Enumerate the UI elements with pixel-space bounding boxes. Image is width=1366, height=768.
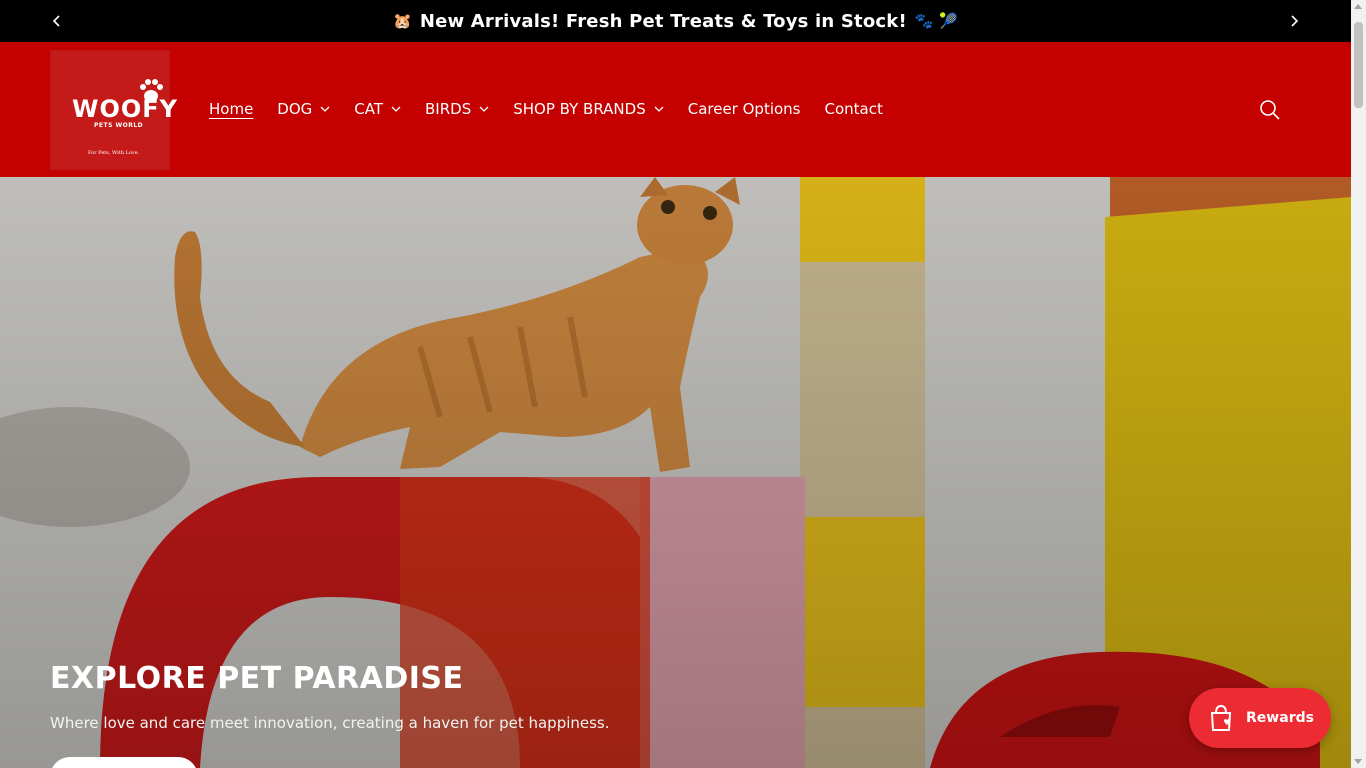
nav-item-label: CAT: [354, 100, 384, 118]
announcement-bar: 🐹 New Arrivals! Fresh Pet Treats & Toys …: [0, 0, 1351, 42]
nav-item-home[interactable]: Home: [209, 100, 253, 118]
scrollbar-thumb[interactable]: [1354, 22, 1363, 108]
rewards-launcher-button[interactable]: Rewards: [1189, 688, 1331, 748]
nav-item-label: Career Options: [687, 100, 801, 118]
nav-item-shop-by-brands[interactable]: SHOP BY BRANDS: [513, 100, 664, 118]
announcement-message-row: 🐹 New Arrivals! Fresh Pet Treats & Toys …: [393, 11, 958, 32]
chevron-down-icon: [320, 106, 330, 112]
site-logo[interactable]: WOOFY PETS WORLD For Pets, With Love.: [50, 50, 177, 170]
logo-subtitle: PETS WORLD: [94, 122, 144, 129]
rewards-label: Rewards: [1246, 710, 1314, 726]
scroll-down-arrow-icon[interactable]: [1354, 759, 1362, 764]
announcement-prev-button[interactable]: [47, 11, 67, 31]
announcement-next-button[interactable]: [1284, 11, 1304, 31]
main-navigation: Home DOG CAT BIRDS SHOP BY BRANDS Career…: [209, 100, 907, 118]
nav-item-label: BIRDS: [425, 100, 472, 118]
hamster-emoji: 🐹: [392, 12, 412, 30]
nav-item-label: Contact: [824, 100, 883, 118]
nav-item-dog[interactable]: DOG: [277, 100, 330, 118]
nav-item-career-options[interactable]: Career Options: [688, 100, 801, 118]
chevron-down-icon: [654, 106, 664, 112]
hero-cta-button[interactable]: [50, 757, 198, 768]
nav-item-cat[interactable]: CAT: [354, 100, 401, 118]
nav-item-label: Home: [209, 100, 254, 118]
shopping-bag-heart-icon: [1210, 704, 1232, 731]
chevron-down-icon: [391, 106, 401, 112]
chevron-down-icon: [479, 106, 489, 112]
site-header: WOOFY PETS WORLD For Pets, With Love. Ho…: [0, 42, 1351, 177]
nav-item-label: SHOP BY BRANDS: [513, 100, 646, 118]
page-scrollbar[interactable]: [1351, 0, 1366, 768]
scroll-up-arrow-icon[interactable]: [1354, 4, 1362, 9]
paw-ball-emoji: 🐾 🎾: [914, 12, 959, 30]
hero-banner: EXPLORE PET PARADISE Where love and care…: [0, 177, 1351, 768]
search-icon: [1260, 100, 1280, 120]
hero-title: EXPLORE PET PARADISE: [50, 661, 464, 696]
announcement-text[interactable]: New Arrivals! Fresh Pet Treats & Toys in…: [420, 11, 907, 32]
search-button[interactable]: [1259, 99, 1281, 121]
chevron-right-icon: [1291, 15, 1299, 27]
hero-subtitle: Where love and care meet innovation, cre…: [50, 714, 610, 732]
logo-tagline: For Pets, With Love.: [88, 150, 140, 156]
nav-item-label: DOG: [277, 100, 313, 118]
nav-item-contact[interactable]: Contact: [825, 100, 883, 118]
nav-item-birds[interactable]: BIRDS: [425, 100, 489, 118]
chevron-left-icon: [52, 15, 60, 27]
logo-wordmark: WOOFY: [72, 95, 179, 123]
